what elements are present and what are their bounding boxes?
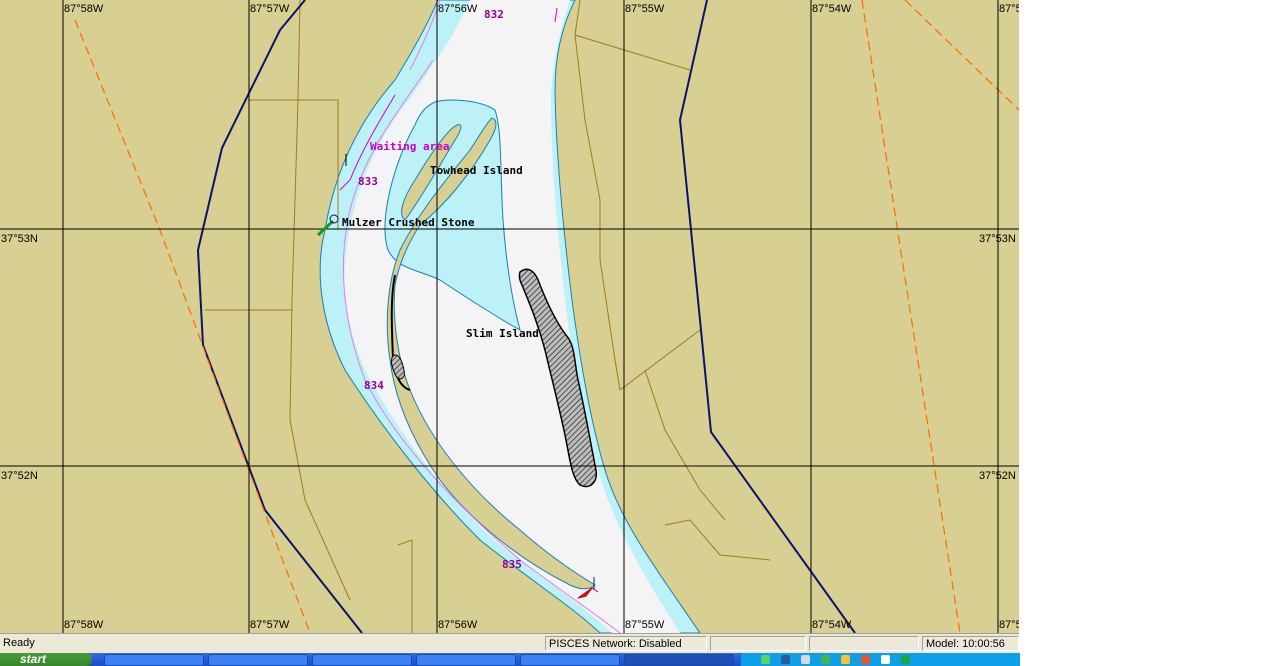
taskbar-button-2[interactable]: [208, 654, 308, 666]
lon-label-bottom-6: 87°5: [999, 619, 1019, 631]
lat-label-left-1: 37°53N: [1, 233, 38, 245]
taskbar-button-3[interactable]: [312, 654, 412, 666]
lon-label-top-3: 87°56W: [438, 3, 478, 15]
tray-network-icon[interactable]: [761, 655, 770, 664]
lat-label-right-1: 37°53N: [979, 233, 1016, 245]
tray-app-icon-1[interactable]: [781, 655, 790, 664]
lon-label-bottom-4: 87°55W: [625, 619, 665, 631]
status-model-time: Model: 10:00:56: [922, 636, 1019, 651]
status-ready: Ready: [3, 637, 35, 649]
lon-label-top-5: 87°54W: [812, 3, 852, 15]
lon-label-bottom-2: 87°57W: [250, 619, 290, 631]
lon-label-top-1: 87°58W: [64, 3, 104, 15]
mile-marker-832: 832: [484, 8, 504, 21]
mile-marker-835: 835: [502, 558, 522, 571]
lon-label-top-4: 87°55W: [625, 3, 665, 15]
status-network: PISCES Network: Disabled: [545, 636, 707, 651]
mile-marker-833: 833: [358, 175, 378, 188]
towhead-island-label: Towhead Island: [430, 164, 523, 177]
taskbar-button-5[interactable]: [520, 654, 620, 666]
system-tray: [740, 653, 1020, 666]
tray-app-icon-2[interactable]: [801, 655, 810, 664]
start-button-label: start: [20, 652, 47, 666]
mulzer-crushed-stone-label[interactable]: Mulzer Crushed Stone: [342, 216, 475, 229]
waiting-area-label: Waiting area: [370, 140, 449, 153]
lat-label-left-2: 37°52N: [1, 470, 38, 482]
tray-app-icon-3[interactable]: [821, 655, 830, 664]
lon-label-top-2: 87°57W: [250, 3, 290, 15]
status-bar: Ready PISCES Network: Disabled Model: 10…: [0, 633, 1019, 654]
lon-label-bottom-3: 87°56W: [438, 619, 478, 631]
tray-app-icon-5[interactable]: [861, 655, 870, 664]
nautical-chart[interactable]: 87°58W 87°57W 87°56W 87°55W 87°54W 87°5 …: [0, 0, 1019, 633]
lon-label-bottom-1: 87°58W: [64, 619, 104, 631]
status-empty-2: [809, 636, 919, 651]
status-empty-1: [710, 636, 806, 651]
tray-volume-icon[interactable]: [901, 655, 910, 664]
tray-app-icon-6[interactable]: [881, 655, 890, 664]
lon-label-top-6: 87°5: [999, 3, 1019, 15]
lat-label-right-2: 37°52N: [979, 470, 1016, 482]
slim-island-label: Slim Island: [466, 327, 539, 340]
taskbar-button-6[interactable]: [624, 654, 734, 666]
taskbar: start: [0, 653, 1020, 666]
taskbar-button-4[interactable]: [416, 654, 516, 666]
tray-app-icon-4[interactable]: [841, 655, 850, 664]
lon-label-bottom-5: 87°54W: [812, 619, 852, 631]
taskbar-button-1[interactable]: [104, 654, 204, 666]
mile-marker-834: 834: [364, 379, 384, 392]
start-button[interactable]: start: [0, 653, 92, 666]
